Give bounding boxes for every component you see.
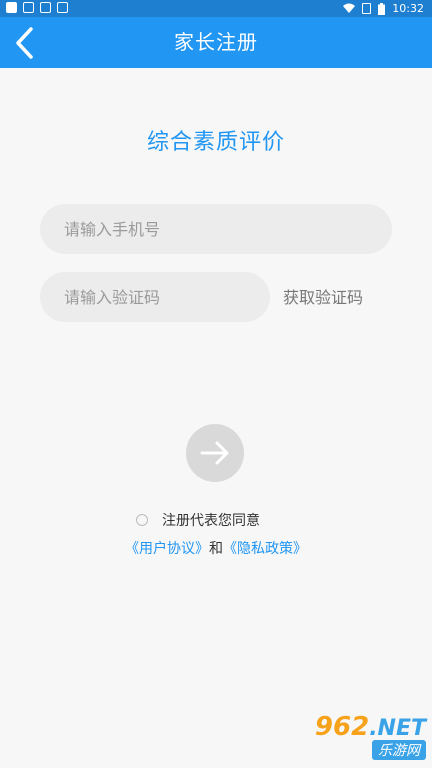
verification-code-input[interactable] — [40, 272, 270, 322]
status-bar: 10:32 — [0, 0, 432, 17]
app-heading: 综合素质评价 — [146, 130, 285, 155]
agreement-links: 《用户协议》和《隐私政策》 — [0, 538, 432, 558]
get-code-button[interactable]: 获取验证码 — [283, 284, 363, 308]
phone-input[interactable] — [40, 204, 392, 254]
sim-icon — [362, 3, 372, 14]
watermark-logo: 962 .NET 乐游网 — [315, 712, 426, 760]
status-time: 10:32 — [392, 2, 424, 15]
user-agreement-link[interactable]: 《用户协议》 — [125, 541, 209, 557]
wifi-icon — [343, 3, 356, 13]
keyboard-icon — [23, 2, 34, 13]
watermark-number: 962 — [314, 712, 370, 742]
status-right-icons: 10:32 — [343, 2, 424, 15]
submit-button[interactable] — [186, 424, 244, 482]
notification-icon — [6, 2, 17, 13]
battery-icon — [378, 2, 386, 15]
agreement-text: 注册代表您同意 — [162, 513, 260, 529]
status-left-icons — [6, 2, 68, 13]
and-text: 和 — [209, 541, 223, 557]
app-icon — [40, 2, 51, 13]
font-icon — [57, 2, 68, 13]
arrow-right-icon — [200, 441, 229, 465]
agreement-row: 注册代表您同意 — [0, 510, 432, 530]
app-bar: 家长注册 — [0, 17, 432, 68]
agreement-radio[interactable] — [136, 514, 148, 526]
privacy-policy-link[interactable]: 《隐私政策》 — [223, 541, 307, 557]
page-title: 家长注册 — [174, 30, 258, 54]
watermark-site: 乐游网 — [372, 740, 426, 760]
watermark-net: .NET — [369, 716, 426, 741]
